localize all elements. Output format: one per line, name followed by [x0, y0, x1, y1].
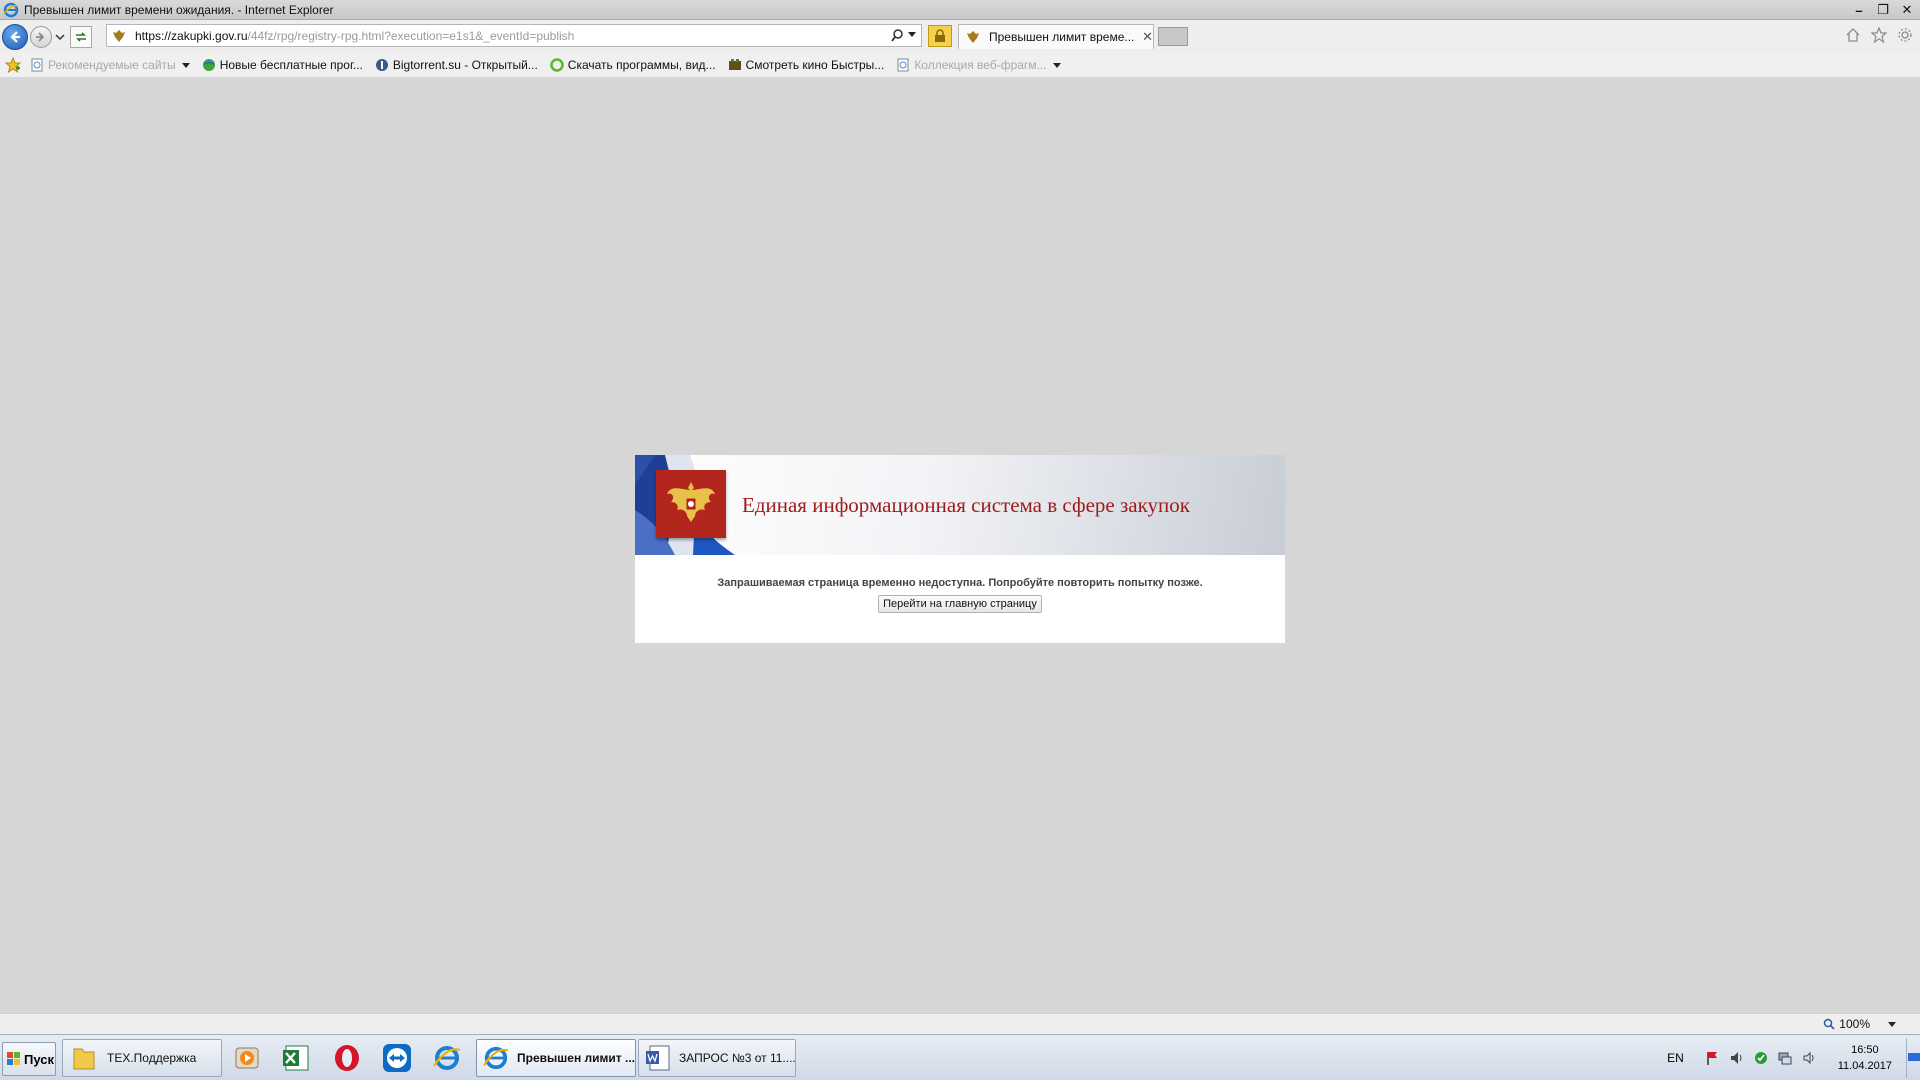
error-message: Запрашиваемая страница временно недоступ… [717, 577, 1203, 589]
internet-explorer-icon[interactable] [428, 1041, 466, 1075]
site-emblem-icon [965, 29, 981, 45]
fav-label: Bigtorrent.su - Открытый... [392, 58, 538, 72]
tab-title: Превышен лимит време... [989, 30, 1135, 44]
card-header: Единая информационная система в сфере за… [635, 455, 1285, 555]
search-icon[interactable] [889, 27, 905, 43]
coat-of-arms-icon [656, 470, 726, 538]
start-label: Пуск [24, 1051, 54, 1067]
start-button[interactable]: Пуск [2, 1042, 56, 1076]
system-tray: EN 16:50 11.04.2017 [1667, 1035, 1920, 1080]
home-icon[interactable] [1844, 26, 1862, 44]
back-button[interactable] [2, 23, 28, 50]
zoom-dropdown-icon[interactable] [1888, 1017, 1896, 1031]
forward-button[interactable] [30, 25, 52, 48]
window-title: Превышен лимит времени ожидания. - Inter… [24, 2, 334, 17]
page-title: Единая информационная система в сфере за… [742, 493, 1190, 517]
url-path: /44fz/rpg/registry-rpg.html?execution=e1… [247, 28, 575, 43]
fav-label: Смотреть кино Быстры... [745, 58, 885, 72]
internet-explorer-icon [3, 2, 19, 18]
internet-explorer-icon [483, 1043, 509, 1073]
page-icon [896, 58, 910, 72]
show-desktop-button[interactable] [1906, 1038, 1920, 1078]
favorites-add-icon[interactable] [4, 56, 22, 74]
speaker-icon[interactable] [1728, 1049, 1746, 1067]
fav-label: Коллекция веб-фрагм... [914, 58, 1047, 72]
restore-button[interactable]: ❐ [1872, 1, 1894, 19]
film-icon [728, 58, 742, 72]
task-label: ТЕХ.Поддержка [107, 1051, 197, 1065]
window-title-bar[interactable]: Превышен лимит времени ожидания. - Inter… [0, 0, 1920, 20]
status-bar: 100% [0, 1013, 1920, 1034]
task-label: ЗАПРОС №3 от 11.... [679, 1051, 796, 1065]
back-arrow-icon [10, 30, 20, 43]
favorites-star-icon[interactable] [1870, 26, 1888, 44]
address-bar[interactable]: https://zakupki.gov.ru /44fz/rpg/registr… [106, 24, 922, 47]
fav-item-web-slice-gallery[interactable]: Коллекция веб-фрагм... [896, 58, 1061, 72]
chevron-down-icon [1052, 62, 1061, 68]
teamviewer-icon[interactable] [378, 1041, 416, 1075]
favorites-bar: Рекомендуемые сайты Новые бесплатные про… [0, 53, 1920, 78]
security-lock-button[interactable] [928, 25, 952, 47]
taskbar: Пуск ТЕХ.Поддержка Превышен лимит ... ЗА… [0, 1034, 1920, 1080]
site-emblem-icon [111, 28, 127, 44]
task-ie-timeout[interactable]: Превышен лимит ... [476, 1039, 636, 1077]
excel-icon[interactable] [277, 1041, 315, 1075]
windows-logo-icon [7, 1052, 20, 1065]
zoom-control[interactable]: 100% [1823, 1017, 1896, 1031]
fav-label: Новые бесплатные прог... [219, 58, 363, 72]
page-icon [30, 58, 44, 72]
task-folder-tech-support[interactable]: ТЕХ.Поддержка [62, 1039, 222, 1077]
fav-item-bigtorrent[interactable]: Bigtorrent.su - Открытый... [375, 58, 538, 72]
refresh-icon [76, 31, 86, 42]
chevron-down-icon [181, 62, 190, 68]
clock-date: 11.04.2017 [1837, 1060, 1892, 1072]
volume-icon[interactable] [1800, 1049, 1818, 1067]
task-word-request[interactable]: ЗАПРОС №3 от 11.... [638, 1039, 796, 1077]
lock-icon [935, 29, 945, 42]
card-body: Запрашиваемая страница временно недоступ… [635, 555, 1285, 643]
antivirus-icon[interactable] [1752, 1049, 1770, 1067]
browser-tab[interactable]: Превышен лимит време... ✕ [958, 24, 1154, 49]
close-window-button[interactable]: ✕ [1896, 1, 1918, 19]
url-host: https://zakupki.gov.ru [135, 28, 248, 43]
network-icon[interactable] [1776, 1049, 1794, 1067]
fav-item-free-programs[interactable]: Новые бесплатные прог... [202, 58, 363, 72]
word-document-icon [645, 1043, 671, 1073]
gear-icon[interactable] [1896, 26, 1914, 44]
opera-icon[interactable] [328, 1041, 366, 1075]
flag-warning-icon[interactable] [1704, 1049, 1722, 1067]
fav-label: Рекомендуемые сайты [48, 58, 176, 72]
forward-arrow-icon [36, 31, 45, 42]
clock[interactable]: 16:50 11.04.2017 [1838, 1042, 1892, 1074]
green-circle-icon [550, 58, 564, 72]
task-label: Превышен лимит ... [517, 1051, 635, 1065]
language-indicator[interactable]: EN [1667, 1051, 1684, 1065]
new-tab-button[interactable] [1158, 27, 1188, 46]
media-player-icon[interactable] [228, 1041, 266, 1075]
history-dropdown-button[interactable] [54, 27, 66, 47]
fav-label: Скачать программы, вид... [567, 58, 716, 72]
fav-item-recommended-sites[interactable]: Рекомендуемые сайты [30, 58, 190, 72]
minimize-button[interactable]: – [1848, 1, 1870, 19]
fav-item-watch-movies[interactable]: Смотреть кино Быстры... [728, 58, 885, 72]
tab-close-button[interactable]: ✕ [1142, 29, 1153, 45]
zoom-icon [1824, 1018, 1835, 1030]
show-desktop-icon [1907, 1053, 1920, 1061]
zoom-level: 100% [1839, 1017, 1870, 1031]
address-dropdown-icon[interactable] [907, 27, 917, 43]
chevron-down-icon [55, 33, 65, 40]
clock-time: 16:50 [1851, 1044, 1879, 1056]
error-card: Единая информационная система в сфере за… [635, 455, 1285, 643]
refresh-button[interactable] [70, 25, 92, 48]
bigtorrent-icon [375, 58, 389, 72]
page-content: Единая информационная система в сфере за… [0, 79, 1920, 1013]
globe-icon [202, 58, 216, 72]
fav-item-download-programs[interactable]: Скачать программы, вид... [550, 58, 716, 72]
folder-icon [69, 1043, 99, 1073]
navigation-bar: https://zakupki.gov.ru /44fz/rpg/registr… [0, 20, 1920, 53]
go-to-home-page-button[interactable]: Перейти на главную страницу [878, 595, 1042, 613]
